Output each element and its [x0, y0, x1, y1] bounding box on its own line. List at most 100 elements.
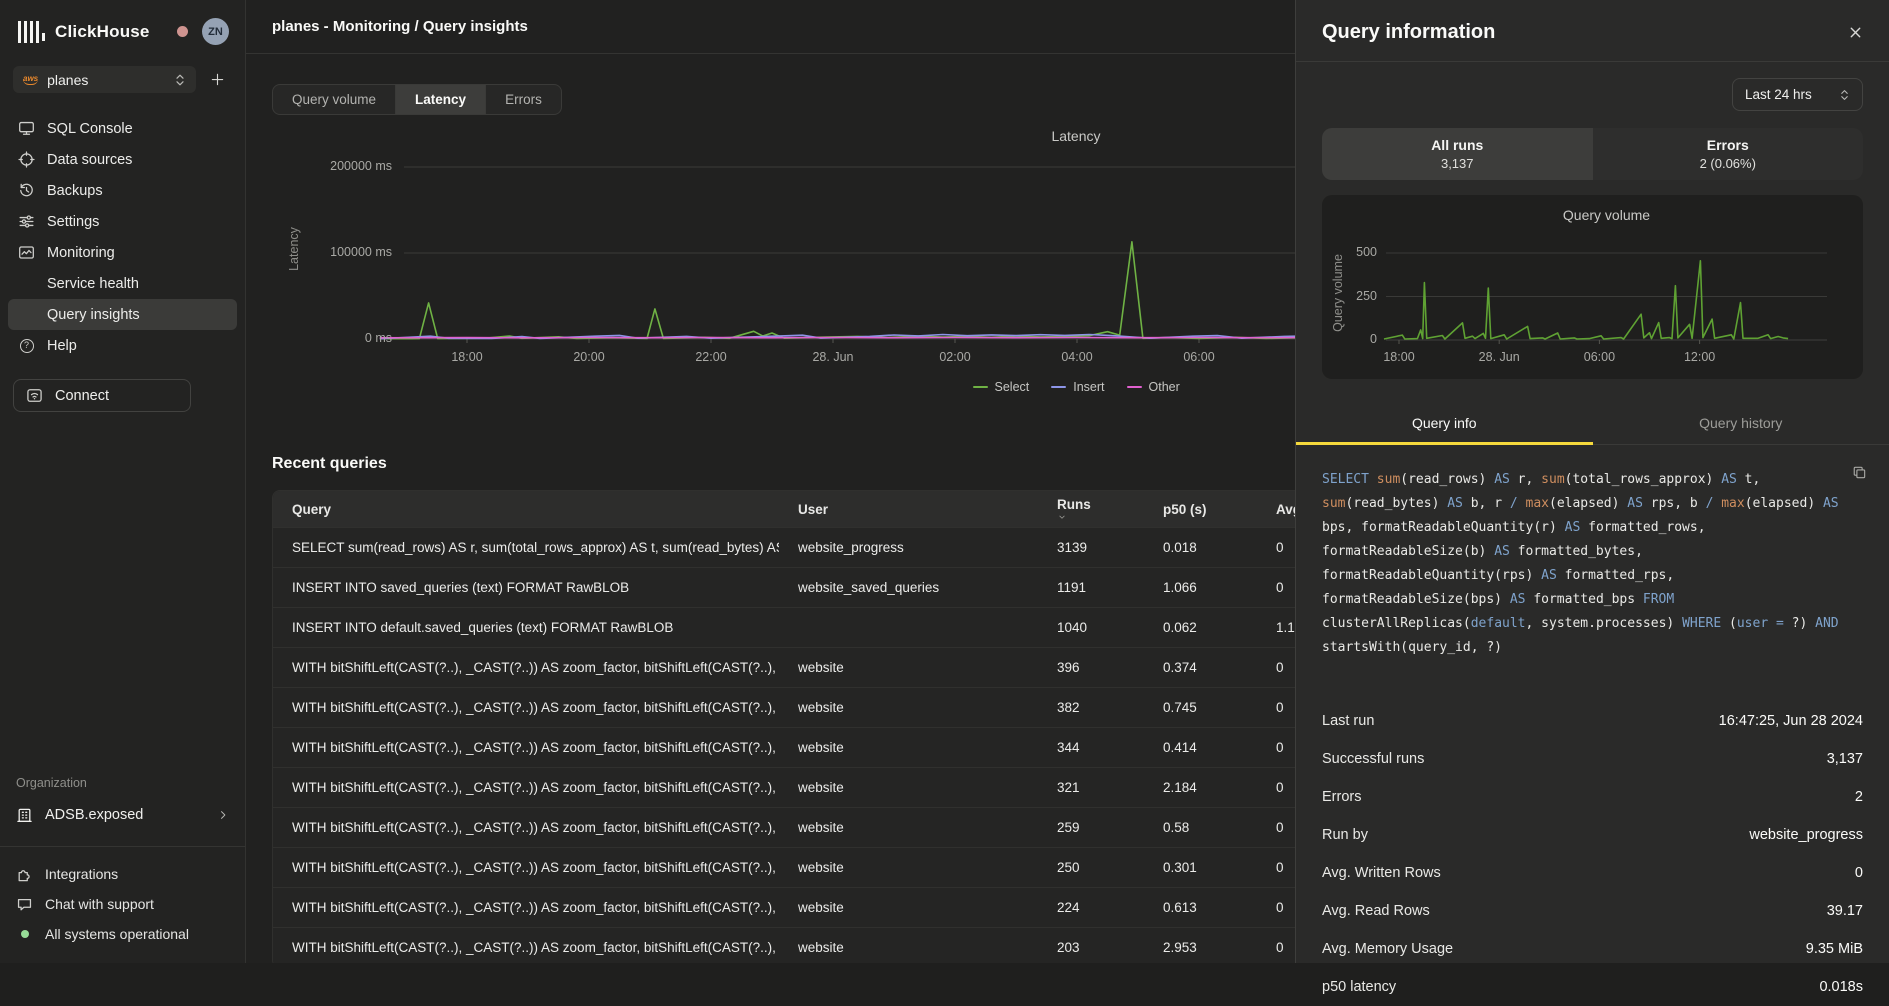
connect-label: Connect	[55, 388, 109, 404]
cell-p50: 0.414	[1144, 740, 1257, 755]
sidebar-item-backups[interactable]: Backups	[8, 175, 237, 206]
y-tick-label: 500	[1356, 245, 1377, 259]
stat-value: 16:47:25, Jun 28 2024	[1719, 713, 1863, 729]
segment-label: Errors	[1707, 137, 1749, 153]
cell-user: website	[779, 900, 1038, 915]
sidebar-item-label: Service health	[47, 276, 139, 292]
segment-errors[interactable]: Errors2 (0.06%)	[1593, 128, 1864, 180]
console-icon	[18, 120, 35, 137]
legend-item-select[interactable]: Select	[973, 380, 1030, 394]
panel-title: Query information	[1322, 21, 1495, 44]
close-icon[interactable]	[1848, 25, 1863, 40]
tab-latency[interactable]: Latency	[395, 85, 485, 114]
footer-item-all-systems-operational[interactable]: All systems operational	[0, 919, 245, 949]
copy-icon[interactable]	[1852, 465, 1867, 480]
y-tick-label: 100000 ms	[330, 245, 392, 259]
segment-label: All runs	[1431, 137, 1483, 153]
stat-label: p50 latency	[1322, 979, 1396, 995]
legend-dash-icon	[1127, 386, 1142, 389]
cell-query: INSERT INTO saved_queries (text) FORMAT …	[273, 580, 779, 595]
footer-item-label: All systems operational	[45, 926, 189, 942]
cell-user: website	[779, 700, 1038, 715]
cell-runs: 1191	[1038, 580, 1144, 595]
settings-icon	[18, 213, 35, 230]
panel-tab-query-history[interactable]: Query history	[1593, 404, 1889, 444]
column-header-query[interactable]: Query	[273, 502, 779, 517]
cell-runs: 224	[1038, 900, 1144, 915]
legend-item-insert[interactable]: Insert	[1051, 380, 1104, 394]
column-header-user[interactable]: User	[779, 502, 1038, 517]
cell-query: SELECT sum(read_rows) AS r, sum(total_ro…	[273, 540, 779, 555]
sidebar-item-settings[interactable]: Settings	[8, 206, 237, 237]
footer-item-chat-with-support[interactable]: Chat with support	[0, 889, 245, 919]
stat-label: Run by	[1322, 827, 1368, 843]
sidebar-item-service-health[interactable]: Service health	[8, 268, 237, 299]
tab-errors[interactable]: Errors	[485, 85, 561, 114]
sidebar-item-sql-console[interactable]: SQL Console	[8, 113, 237, 144]
x-tick-label: 04:00	[1047, 350, 1107, 364]
cell-query: WITH bitShiftLeft(CAST(?..), _CAST(?..))…	[273, 700, 779, 715]
service-name: planes	[47, 72, 88, 88]
cell-p50: 2.953	[1144, 940, 1257, 955]
chart-y-axis-label: Latency	[287, 201, 301, 297]
column-header-runs[interactable]: Runs	[1038, 496, 1144, 522]
legend-label: Select	[995, 380, 1030, 394]
tab-query-volume[interactable]: Query volume	[273, 85, 395, 114]
cell-runs: 382	[1038, 700, 1144, 715]
time-range-select[interactable]: Last 24 hrs	[1732, 78, 1863, 111]
sidebar-item-label: Query insights	[47, 307, 140, 323]
cell-runs: 3139	[1038, 540, 1144, 555]
stat-label: Avg. Read Rows	[1322, 903, 1430, 919]
connect-button[interactable]: Connect	[13, 379, 191, 412]
notification-dot-icon[interactable]	[177, 26, 188, 37]
column-header-p50[interactable]: p50 (s)	[1144, 502, 1257, 517]
cell-query: WITH bitShiftLeft(CAST(?..), _CAST(?..))…	[273, 660, 779, 675]
cell-query: WITH bitShiftLeft(CAST(?..), _CAST(?..))…	[273, 780, 779, 795]
query-stats-list: Last run16:47:25, Jun 28 2024Successful …	[1296, 702, 1889, 1006]
footer-item-label: Chat with support	[45, 896, 154, 912]
stat-label: Avg. Memory Usage	[1322, 941, 1453, 957]
legend-dash-icon	[1051, 386, 1066, 389]
legend-dash-icon	[973, 386, 988, 389]
legend-item-other[interactable]: Other	[1127, 380, 1180, 394]
legend-label: Other	[1149, 380, 1180, 394]
cell-p50: 0.301	[1144, 860, 1257, 875]
chevron-updown-icon	[1839, 88, 1850, 102]
panel-tabs: Query infoQuery history	[1296, 404, 1889, 445]
cell-runs: 250	[1038, 860, 1144, 875]
cell-runs: 344	[1038, 740, 1144, 755]
sidebar-item-label: Settings	[47, 214, 99, 230]
stat-value: 2	[1855, 789, 1863, 805]
sidebar-item-query-insights[interactable]: Query insights	[8, 299, 237, 330]
organization-item[interactable]: ADSB.exposed	[0, 800, 245, 830]
service-selector[interactable]: aws planes	[13, 66, 196, 93]
sidebar-item-monitoring[interactable]: Monitoring	[8, 237, 237, 268]
cell-user: website	[779, 860, 1038, 875]
organization-section-label: Organization	[0, 776, 245, 790]
cell-runs: 203	[1038, 940, 1144, 955]
puzzle-icon	[16, 866, 33, 883]
brand-row: ClickHouse ZN	[0, 0, 245, 46]
cell-query: INSERT INTO default.saved_queries (text)…	[273, 620, 779, 635]
aws-icon: aws	[23, 75, 38, 85]
segment-value: 3,137	[1441, 156, 1474, 171]
chevron-updown-icon	[174, 73, 186, 87]
time-range-value: Last 24 hrs	[1745, 87, 1812, 102]
sidebar-item-data-sources[interactable]: Data sources	[8, 144, 237, 175]
cell-p50: 0.58	[1144, 820, 1257, 835]
x-tick-label: 06:00	[1569, 350, 1629, 364]
x-tick-label: 20:00	[559, 350, 619, 364]
connect-icon	[26, 387, 43, 404]
panel-tab-query-info[interactable]: Query info	[1296, 404, 1593, 444]
segment-all-runs[interactable]: All runs 3,137	[1322, 128, 1593, 180]
runs-errors-toggle: All runs 3,137 Errors2 (0.06%)	[1322, 128, 1863, 180]
recent-queries-title: Recent queries	[272, 455, 387, 473]
footer-item-integrations[interactable]: Integrations	[0, 859, 245, 889]
user-avatar[interactable]: ZN	[202, 18, 229, 45]
stat-row-errors: Errors2	[1322, 778, 1863, 816]
sidebar-item-help[interactable]: ?Help	[8, 330, 237, 361]
x-tick-label: 22:00	[681, 350, 741, 364]
add-service-button[interactable]	[210, 72, 225, 87]
stat-row-avg-written-rows: Avg. Written Rows0	[1322, 854, 1863, 892]
x-tick-label: 12:00	[1670, 350, 1730, 364]
